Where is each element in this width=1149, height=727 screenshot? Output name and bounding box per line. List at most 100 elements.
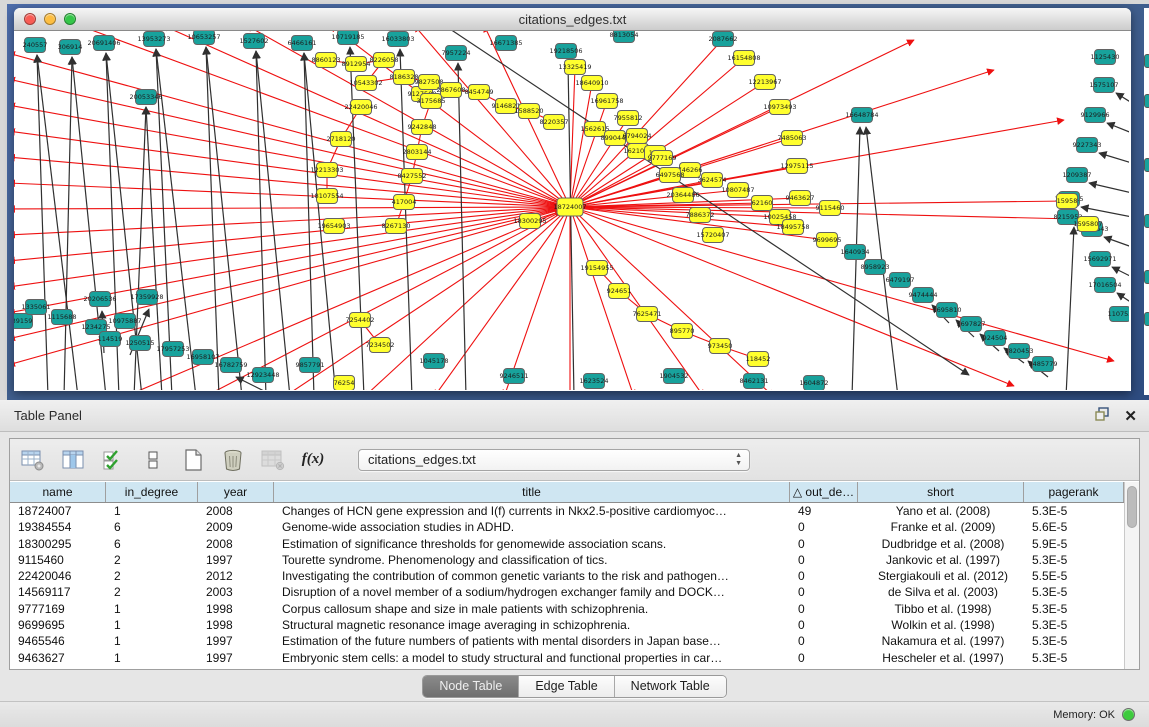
column-header-year[interactable]: year [198,482,274,502]
teal-node[interactable]: 1575107 [1090,78,1119,93]
teal-node[interactable]: 9246511 [500,369,529,384]
yellow-node[interactable]: 15720407 [696,228,729,243]
column-header-short[interactable]: short [858,482,1024,502]
yellow-node[interactable]: 6794024 [623,129,652,144]
yellow-node[interactable]: 2803144 [403,145,432,160]
column-header-name[interactable]: name [10,482,106,502]
yellow-node[interactable]: 7625471 [633,307,662,322]
teal-node[interactable]: 19218506 [549,44,582,59]
yellow-node[interactable]: 8912954 [342,57,371,72]
teal-node[interactable]: 6479197 [886,273,915,288]
teal-node[interactable]: 39159 [14,314,33,329]
yellow-node[interactable]: 18724007 [553,198,586,216]
teal-node[interactable]: 6466161 [288,36,317,51]
table-row[interactable]: 946362711997Embryonic stem cells: a mode… [10,650,1124,666]
yellow-node[interactable]: 18640910 [575,76,608,91]
teal-node[interactable]: 1250515 [126,336,155,351]
new-table-button[interactable] [180,447,206,473]
tab-node-table[interactable]: Node Table [423,676,519,697]
network-graph[interactable]: 2405573069142069140613953273106532571527… [14,31,1129,390]
teal-node[interactable]: 9474444 [909,288,938,303]
yellow-node[interactable]: 9699695 [813,233,842,248]
teal-node[interactable]: 9485779 [1029,357,1058,372]
tab-edge-table[interactable]: Edge Table [519,676,614,697]
teal-node[interactable]: 1115688 [48,310,77,325]
yellow-node[interactable]: 9777169 [648,151,677,166]
yellow-node[interactable]: 118452 [746,352,771,367]
table-row[interactable]: 2242004622012Investigating the contribut… [10,568,1124,584]
teal-node[interactable]: 12923448 [246,368,279,383]
teal-node[interactable]: 10719185 [331,31,364,45]
table-selector-dropdown[interactable]: citations_edges.txt ▲▼ [358,449,750,471]
yellow-node[interactable]: 10543302 [349,76,382,91]
table-row[interactable]: 977716911998Corpus callosum shape and si… [10,601,1124,617]
column-header-out_de[interactable]: △ out_de… [790,482,858,502]
yellow-node[interactable]: 8454749 [465,85,494,100]
teal-node[interactable]: 1904532 [660,369,689,384]
teal-node[interactable]: 1820453 [1005,344,1034,359]
teal-node[interactable]: 306914 [58,40,83,55]
teal-node[interactable]: 1527602 [240,34,269,49]
yellow-node[interactable]: 9242848 [408,120,437,135]
teal-node[interactable]: 16033803 [381,32,414,47]
teal-node[interactable]: 13953273 [137,32,170,47]
yellow-node[interactable]: 7234502 [366,338,395,353]
scrollbar-thumb[interactable] [1127,486,1137,528]
teal-node[interactable]: 1209387 [1063,168,1092,183]
yellow-node[interactable]: 12213967 [748,75,781,90]
column-header-in_degree[interactable]: in_degree [106,482,198,502]
column-header-pagerank[interactable]: pagerank [1024,482,1124,502]
close-panel-icon[interactable]: ✕ [1124,409,1137,424]
table-row[interactable]: 911546021997Tourette syndrome. Phenomeno… [10,552,1124,568]
yellow-node[interactable]: 1588520 [515,104,544,119]
teal-node[interactable]: 10653257 [187,31,220,45]
table-row[interactable]: 1872400712008Changes of HCN gene express… [10,503,1124,519]
teal-node[interactable]: 1335061 [22,300,51,315]
teal-node[interactable]: 2087662 [709,32,738,47]
yellow-node[interactable]: 417004 [392,195,417,210]
teal-node[interactable]: 16648784 [845,108,878,123]
yellow-node[interactable]: 12975115 [780,159,813,174]
teal-node[interactable]: 1695810 [933,303,962,318]
table-row[interactable]: 946554611997Estimation of the future num… [10,633,1124,649]
select-all-columns-button[interactable] [100,447,126,473]
yellow-node[interactable]: 8860123 [312,53,341,68]
yellow-node[interactable]: 895770 [670,324,695,339]
teal-node[interactable]: 15692971 [1083,252,1116,267]
teal-node[interactable]: 20691406 [87,36,120,51]
table-header-row[interactable]: namein_degreeyeartitle△ out_de…shortpage… [10,482,1124,503]
teal-node[interactable]: 17957253 [156,342,189,357]
yellow-node[interactable]: 22420046 [344,100,377,115]
yellow-node[interactable]: 7955812 [614,111,643,126]
yellow-node[interactable]: 13325419 [558,60,591,75]
yellow-node[interactable]: 924651 [607,284,632,299]
yellow-node[interactable]: 62160 [752,196,773,211]
teal-node[interactable]: 1604872 [800,376,829,391]
network-canvas[interactable]: 2405573069142069140613953273106532571527… [14,31,1129,390]
yellow-node[interactable]: 16154808 [727,51,760,66]
teal-node[interactable]: 17359928 [130,290,163,305]
teal-node[interactable]: 1045178 [420,354,449,369]
table-row[interactable]: 969969511998Structural magnetic resonanc… [10,617,1124,633]
teal-node[interactable]: 1623524 [580,374,609,389]
yellow-node[interactable]: 6497568 [656,168,685,183]
teal-node[interactable]: 7957224 [442,46,471,61]
yellow-node[interactable]: 3175685 [417,94,446,109]
yellow-node[interactable]: 8226058 [370,53,399,68]
column-header-title[interactable]: title [274,482,790,502]
teal-node[interactable]: 17016504 [1088,278,1121,293]
yellow-node[interactable]: 15958 [1057,194,1078,209]
unselect-all-columns-button[interactable] [140,447,166,473]
teal-node[interactable]: 9857791 [296,358,325,373]
float-panel-icon[interactable] [1095,407,1110,426]
show-columns-button[interactable] [60,447,86,473]
delete-rows-button[interactable] [220,447,246,473]
teal-node[interactable]: 1697827 [957,317,986,332]
function-builder-button[interactable]: f(x) [300,447,326,473]
teal-node[interactable]: 110753 [1108,307,1129,322]
yellow-node[interactable]: 76254 [334,376,355,391]
yellow-node[interactable]: 19154955 [580,261,613,276]
yellow-node[interactable]: 8427552 [398,169,427,184]
yellow-node[interactable]: 1595807 [1074,217,1103,232]
network-window-titlebar[interactable]: citations_edges.txt [14,8,1131,31]
